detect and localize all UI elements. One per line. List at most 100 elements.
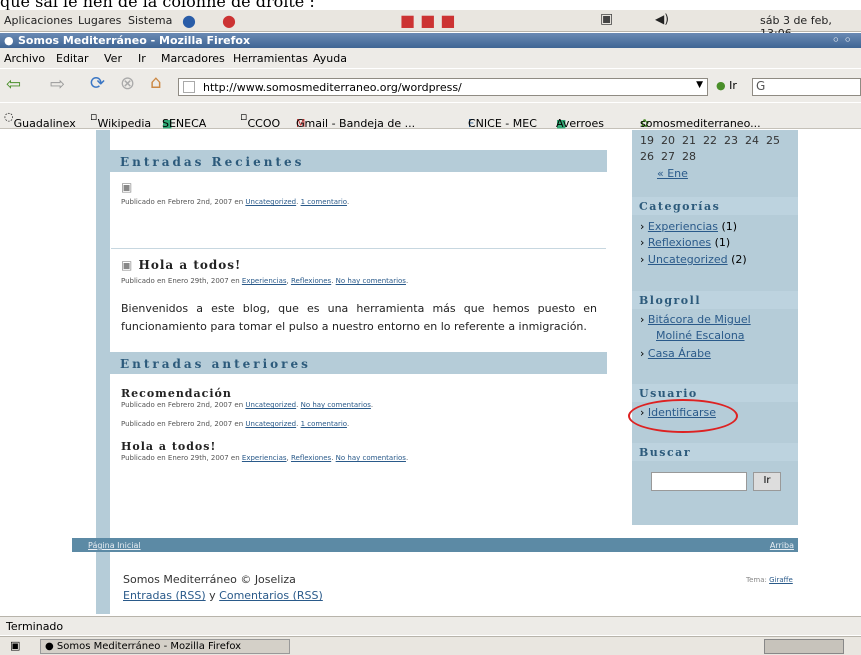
post-meta-text: Publicado en Febrero 2nd, 2007 en: [121, 401, 244, 409]
category-link[interactable]: Experiencias: [242, 454, 287, 462]
firefox-icon: ●: [4, 34, 14, 47]
copyright: Somos Mediterráneo © Joseliza: [123, 573, 296, 586]
menu-archivo[interactable]: Archivo: [4, 52, 45, 65]
category-link[interactable]: Uncategorized: [245, 198, 296, 206]
category-link[interactable]: Experiencias: [242, 277, 287, 285]
menu-ayuda[interactable]: Ayuda: [313, 52, 347, 65]
blogroll-link-cont[interactable]: Moliné Escalona: [656, 329, 745, 342]
user-heading: Usuario: [632, 384, 798, 402]
bookmark-label: CNICE - MEC: [468, 117, 537, 130]
post-meta-text: Publicado en Enero 29th, 2007 en: [121, 277, 240, 285]
bookmark-label: CCOO: [247, 117, 281, 130]
go-icon: ●: [716, 79, 726, 92]
category-link[interactable]: Reflexiones: [291, 277, 331, 285]
theme-link[interactable]: Giraffe: [769, 576, 793, 584]
mail-icon[interactable]: ●: [222, 11, 236, 30]
post2-title[interactable]: ▣ Hola a todos!: [121, 258, 241, 272]
bookmark-ccoo[interactable]: ▫ CCOO: [240, 110, 280, 130]
blogroll-item: › Casa Árabe: [640, 347, 711, 360]
search-button[interactable]: Ir: [753, 472, 781, 491]
window-titlebar: ● Somos Mediterráneo - Mozilla Firefox ◦…: [0, 33, 861, 48]
menu-ir[interactable]: Ir: [138, 52, 146, 65]
go-button[interactable]: ● Ir: [716, 79, 737, 92]
page-viewport: Entradas Recientes ▣ Publicado en Febrer…: [0, 130, 861, 615]
apps-menu[interactable]: Aplicaciones: [4, 14, 73, 27]
search-input[interactable]: [651, 472, 747, 491]
calendar-row: 19 20 21 22 23 24 25: [640, 134, 780, 147]
category-count: (1): [714, 236, 731, 249]
blogroll-link[interactable]: Casa Árabe: [648, 347, 711, 360]
footer-accent-column: [96, 552, 110, 614]
blogroll-item: › Bitácora de Miguel: [640, 313, 751, 326]
rss-comments-link[interactable]: Comentarios (RSS): [219, 589, 323, 602]
older-post3-title[interactable]: Hola a todos!: [121, 440, 216, 453]
blogroll-link[interactable]: Bitácora de Miguel: [648, 313, 751, 326]
comments-link[interactable]: No hay comentarios: [336, 277, 406, 285]
calendar-row: 26 27 28: [640, 150, 696, 163]
window-controls-icon[interactable]: ◦ ◦: [832, 33, 852, 47]
calendar-prev-link[interactable]: « Ene: [657, 167, 688, 180]
bookmark-label: Wikipedia: [97, 117, 152, 130]
back-icon[interactable]: ⇦: [6, 74, 21, 95]
taskbar-window-button[interactable]: ● Somos Mediterráneo - Mozilla Firefox: [40, 639, 290, 654]
home-link[interactable]: Página Inicial: [88, 541, 141, 550]
menu-ver[interactable]: Ver: [104, 52, 122, 65]
comments-link[interactable]: 1 comentario: [301, 420, 347, 428]
search-engine-box[interactable]: G: [752, 78, 861, 96]
workspace-icon[interactable]: ▣: [600, 11, 613, 27]
older-post1-meta: Publicado en Febrero 2nd, 2007 en Uncate…: [121, 401, 374, 409]
right-sidebar: [632, 130, 798, 525]
menu-herramientas[interactable]: Herramientas: [233, 52, 308, 65]
places-menu[interactable]: Lugares: [78, 14, 121, 27]
comments-link[interactable]: No hay comentarios: [336, 454, 406, 462]
system-menu[interactable]: Sistema: [128, 14, 172, 27]
workspace-switcher[interactable]: [764, 639, 844, 654]
older-post3-meta: Publicado en Enero 29th, 2007 en Experie…: [121, 454, 409, 462]
rss-entries-link[interactable]: Entradas (RSS): [123, 589, 206, 602]
post-icon: ▣: [121, 258, 134, 272]
category-count: (2): [731, 253, 747, 266]
comments-link[interactable]: No hay comentarios: [301, 401, 371, 409]
home-icon[interactable]: ⌂: [150, 72, 161, 93]
menu-editar[interactable]: Editar: [56, 52, 89, 65]
category-link[interactable]: Reflexiones: [648, 236, 711, 249]
post1-meta: Publicado en Febrero 2nd, 2007 en Uncate…: [121, 198, 350, 206]
category-link[interactable]: Uncategorized: [648, 253, 728, 266]
rss-links: Entradas (RSS) y Comentarios (RSS): [123, 589, 323, 602]
dropdown-arrow-icon[interactable]: ▼: [696, 80, 703, 90]
category-count: (1): [721, 220, 738, 233]
reload-icon[interactable]: ⟳: [90, 73, 105, 94]
category-link[interactable]: Uncategorized: [245, 401, 296, 409]
forward-icon[interactable]: ⇨: [50, 74, 65, 95]
url-text: http://www.somosmediterraneo.org/wordpre…: [203, 81, 462, 94]
bookmark-guadalinex[interactable]: ◌ Guadalinex: [4, 110, 76, 130]
category-link[interactable]: Reflexiones: [291, 454, 331, 462]
window-title: Somos Mediterráneo - Mozilla Firefox: [18, 34, 251, 47]
comments-link[interactable]: 1 comentario: [301, 198, 347, 206]
volume-icon[interactable]: ◀): [655, 12, 669, 26]
category-item: › Experiencias (1): [640, 220, 738, 233]
blogroll-heading: Blogroll: [632, 291, 798, 309]
bookmark-wikipedia[interactable]: ▫ Wikipedia: [90, 110, 151, 130]
top-link[interactable]: Arriba: [770, 541, 794, 550]
globe-icon[interactable]: ●: [182, 11, 196, 30]
bookmarks-toolbar: ◌ Guadalinex ▫ Wikipedia ■ SENECA ▫ CCOO…: [0, 103, 861, 130]
older-post1-title[interactable]: Recomendación: [121, 387, 232, 400]
category-link[interactable]: Experiencias: [648, 220, 718, 233]
stop-icon[interactable]: ⊗: [120, 73, 135, 94]
status-bar: Terminado: [0, 616, 861, 635]
recent-heading: Entradas Recientes: [110, 150, 607, 172]
menu-marcadores[interactable]: Marcadores: [161, 52, 225, 65]
go-label: Ir: [729, 79, 737, 92]
tray-icons[interactable]: ■ ■ ■: [400, 11, 456, 30]
bookmark-label: Averroes: [556, 117, 604, 130]
post-title-text: Hola a todos!: [138, 258, 242, 272]
url-bar[interactable]: http://www.somosmediterraneo.org/wordpre…: [178, 78, 708, 96]
taskbar: ▣ ● Somos Mediterráneo - Mozilla Firefox: [0, 636, 861, 655]
category-link[interactable]: Uncategorized: [245, 420, 296, 428]
left-accent-column: [96, 130, 110, 550]
older-heading: Entradas anteriores: [110, 352, 607, 374]
bookmark-label: somosmediterraneo...: [640, 117, 761, 130]
show-desktop-icon[interactable]: ▣: [10, 639, 20, 652]
post2-meta: Publicado en Enero 29th, 2007 en Experie…: [121, 277, 409, 285]
